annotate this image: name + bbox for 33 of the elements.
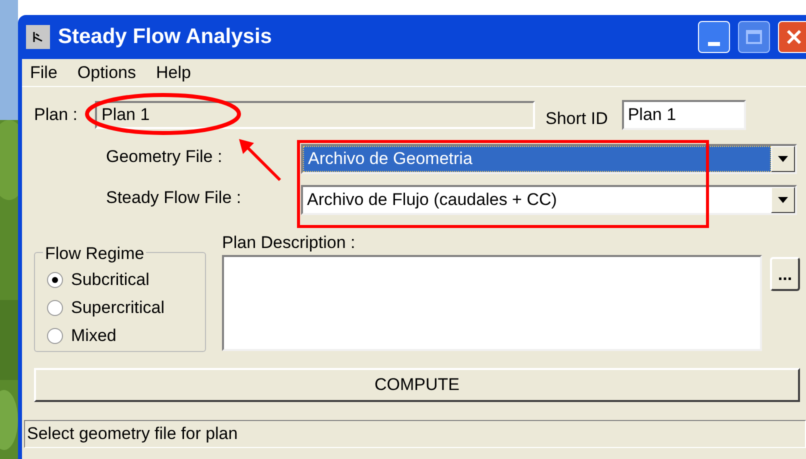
radio-icon[interactable] — [47, 272, 63, 288]
maximize-button[interactable] — [738, 21, 770, 53]
dropdown-field[interactable]: Archivo de Flujo (caudales + CC) — [301, 185, 797, 215]
geometry-file-label: Geometry File : — [106, 146, 224, 168]
minimize-icon — [708, 42, 720, 46]
browse-button[interactable]: ... — [770, 257, 800, 291]
close-button[interactable] — [778, 21, 806, 53]
arrow — [238, 138, 282, 182]
radio-option[interactable]: Supercritical — [47, 297, 205, 319]
status-text: Select geometry file for plan — [27, 423, 238, 446]
radio-option[interactable]: Mixed — [47, 325, 205, 347]
menu-item[interactable]: Options — [77, 60, 136, 86]
dropdown-value: Archivo de Flujo (caudales + CC) — [306, 189, 558, 212]
plan-description-label: Plan Description : — [222, 232, 356, 254]
plan-field: Plan 1 — [95, 101, 536, 129]
menu-item[interactable]: Help — [156, 60, 191, 86]
short-id-label: Short ID — [545, 108, 608, 130]
close-icon — [786, 29, 802, 45]
dropdown-field[interactable]: Archivo de Geometria — [301, 144, 797, 174]
menu-item[interactable]: File — [30, 60, 58, 86]
steady-flow-file-label: Steady Flow File : — [106, 187, 242, 209]
radio-option[interactable]: Subcritical — [47, 269, 205, 291]
minimize-button[interactable] — [698, 21, 730, 53]
app-icon — [26, 25, 50, 49]
radio-icon[interactable] — [47, 328, 63, 344]
plan-label: Plan : — [34, 104, 78, 126]
radio-icon[interactable] — [47, 300, 63, 316]
compute-button[interactable]: COMPUTE — [34, 368, 800, 402]
plan-description-field[interactable] — [222, 255, 762, 351]
short-id-field[interactable]: Plan 1 — [622, 100, 746, 130]
maximize-icon — [746, 30, 762, 44]
dropdown-value: Archivo de Geometria — [303, 146, 771, 172]
window-title: Steady Flow Analysis — [58, 24, 273, 50]
